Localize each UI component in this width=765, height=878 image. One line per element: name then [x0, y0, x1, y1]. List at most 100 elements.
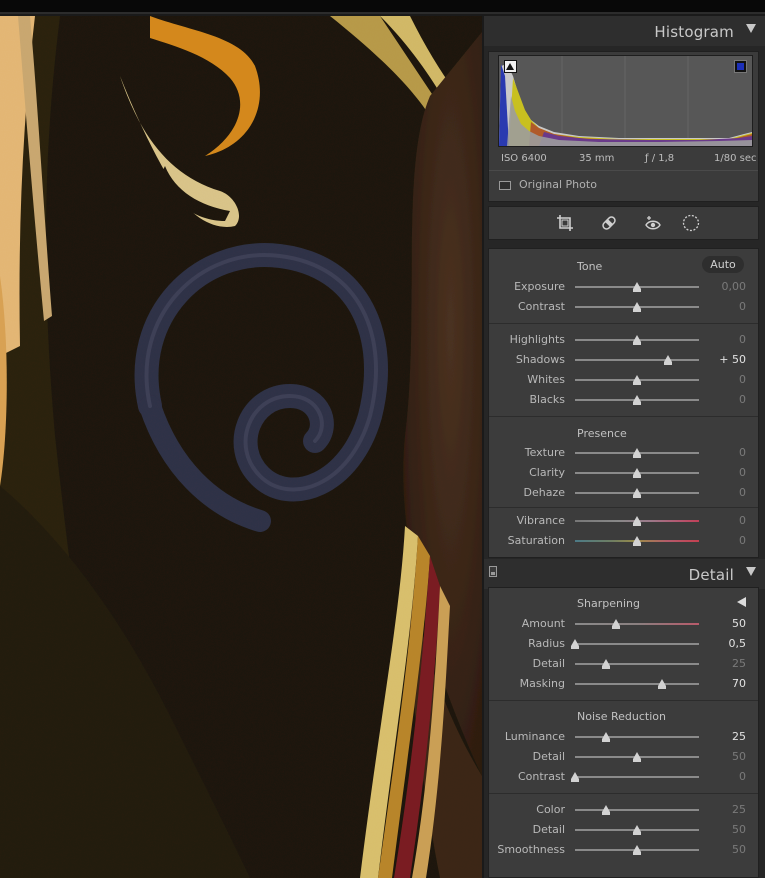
- slider-track[interactable]: [575, 516, 699, 526]
- slider-thumb[interactable]: [612, 619, 621, 629]
- tone-whites-slider[interactable]: Whites 0: [489, 370, 758, 390]
- slider-value[interactable]: 50: [732, 617, 746, 630]
- presence-clarity-slider[interactable]: Clarity 0: [489, 463, 758, 483]
- slider-thumb[interactable]: [633, 375, 641, 385]
- slider-value[interactable]: 25: [732, 730, 746, 743]
- slider-thumb[interactable]: [633, 516, 641, 526]
- tone-contrast-slider[interactable]: Contrast 0: [489, 297, 758, 317]
- noise-smoothness-slider[interactable]: Smoothness 50: [489, 840, 758, 860]
- slider-value[interactable]: + 50: [719, 353, 746, 366]
- slider-thumb[interactable]: [657, 679, 666, 689]
- slider-track[interactable]: [575, 448, 699, 458]
- tone-shadows-slider[interactable]: Shadows + 50: [489, 350, 758, 370]
- slider-track[interactable]: [575, 282, 699, 292]
- slider-value[interactable]: 0: [739, 534, 746, 547]
- slider-thumb[interactable]: [633, 488, 641, 498]
- slider-value[interactable]: 50: [732, 823, 746, 836]
- slider-value[interactable]: 25: [732, 657, 746, 670]
- sharpening-amount-slider[interactable]: Amount 50: [489, 614, 758, 634]
- sharpening-detail-slider[interactable]: Detail 25: [489, 654, 758, 674]
- auto-button[interactable]: Auto: [702, 256, 744, 273]
- collapse-icon[interactable]: [746, 24, 756, 33]
- slider-value[interactable]: 0: [739, 333, 746, 346]
- collapse-icon[interactable]: [746, 567, 756, 576]
- slider-track[interactable]: [575, 375, 699, 385]
- noise-color-slider[interactable]: Color 25: [489, 800, 758, 820]
- presence-vibrance-slider[interactable]: Vibrance 0: [489, 511, 758, 531]
- slider-track[interactable]: [575, 845, 699, 855]
- slider-value[interactable]: 0: [739, 393, 746, 406]
- slider-thumb[interactable]: [633, 335, 641, 345]
- histogram-header[interactable]: Histogram: [484, 16, 765, 46]
- photo-preview[interactable]: [0, 16, 482, 878]
- slider-track[interactable]: [575, 302, 699, 312]
- slider-thumb[interactable]: [602, 805, 610, 815]
- slider-value[interactable]: 0,5: [729, 637, 747, 650]
- slider-track[interactable]: [575, 805, 699, 815]
- slider-thumb[interactable]: [633, 468, 641, 478]
- slider-value[interactable]: 0: [739, 486, 746, 499]
- slider-value[interactable]: 50: [732, 750, 746, 763]
- slider-value[interactable]: 0: [739, 770, 746, 783]
- presence-texture-slider[interactable]: Texture 0: [489, 443, 758, 463]
- slider-value[interactable]: 0: [739, 446, 746, 459]
- heal-icon[interactable]: [600, 214, 618, 232]
- slider-thumb[interactable]: [633, 845, 641, 855]
- crop-icon[interactable]: [556, 214, 574, 232]
- slider-value[interactable]: 0: [739, 466, 746, 479]
- slider-thumb[interactable]: [633, 448, 641, 458]
- slider-thumb[interactable]: [633, 282, 641, 292]
- noise-luminance-slider[interactable]: Luminance 25: [489, 727, 758, 747]
- tone-blacks-slider[interactable]: Blacks 0: [489, 390, 758, 410]
- slider-thumb[interactable]: [633, 395, 641, 405]
- slider-track[interactable]: [575, 488, 699, 498]
- slider-track[interactable]: [575, 395, 699, 405]
- slider-value[interactable]: 50: [732, 843, 746, 856]
- slider-thumb[interactable]: [633, 825, 641, 835]
- noise-contrast-slider[interactable]: Contrast 0: [489, 767, 758, 787]
- original-photo-toggle[interactable]: Original Photo: [489, 170, 758, 201]
- slider-track[interactable]: [571, 639, 699, 649]
- redeye-icon[interactable]: [644, 214, 662, 232]
- slider-track[interactable]: [575, 536, 699, 546]
- slider-track[interactable]: [575, 468, 699, 478]
- noise-detail-slider[interactable]: Detail 50: [489, 820, 758, 840]
- sharpening-masking-slider[interactable]: Masking 70: [489, 674, 758, 694]
- slider-track[interactable]: [575, 825, 699, 835]
- sharpening-expand-icon[interactable]: [737, 597, 746, 607]
- slider-value[interactable]: 0: [739, 300, 746, 313]
- slider-track[interactable]: [575, 355, 699, 365]
- slider-track[interactable]: [575, 335, 699, 345]
- slider-value[interactable]: 25: [732, 803, 746, 816]
- slider-value[interactable]: 70: [732, 677, 746, 690]
- tone-highlights-slider[interactable]: Highlights 0: [489, 330, 758, 350]
- slider-thumb[interactable]: [633, 536, 641, 546]
- slider-value[interactable]: 0,00: [722, 280, 747, 293]
- presence-dehaze-slider[interactable]: Dehaze 0: [489, 483, 758, 503]
- original-photo-checkbox[interactable]: [499, 181, 511, 190]
- presence-saturation-slider[interactable]: Saturation 0: [489, 531, 758, 551]
- slider-value[interactable]: 0: [739, 373, 746, 386]
- panel-toggle-icon[interactable]: [489, 566, 497, 577]
- slider-thumb[interactable]: [571, 772, 579, 782]
- noise-detail-slider[interactable]: Detail 50: [489, 747, 758, 767]
- slider-track[interactable]: [575, 659, 699, 669]
- slider-thumb[interactable]: [633, 752, 641, 762]
- slider-thumb[interactable]: [571, 639, 579, 649]
- slider-value[interactable]: 0: [739, 514, 746, 527]
- tone-exposure-slider[interactable]: Exposure 0,00: [489, 277, 758, 297]
- slider-track[interactable]: [575, 752, 699, 762]
- slider-track[interactable]: [575, 732, 699, 742]
- detail-header[interactable]: Detail: [484, 559, 765, 589]
- highlight-clipping-icon[interactable]: [734, 60, 747, 73]
- slider-thumb[interactable]: [602, 659, 610, 669]
- mask-icon[interactable]: [682, 214, 700, 232]
- slider-track[interactable]: [575, 679, 699, 689]
- slider-thumb[interactable]: [664, 355, 672, 365]
- shadow-clipping-icon[interactable]: [504, 60, 517, 73]
- slider-thumb[interactable]: [602, 732, 610, 742]
- sharpening-radius-slider[interactable]: Radius 0,5: [489, 634, 758, 654]
- slider-track[interactable]: [575, 619, 699, 629]
- slider-track[interactable]: [571, 772, 699, 782]
- slider-thumb[interactable]: [633, 302, 641, 312]
